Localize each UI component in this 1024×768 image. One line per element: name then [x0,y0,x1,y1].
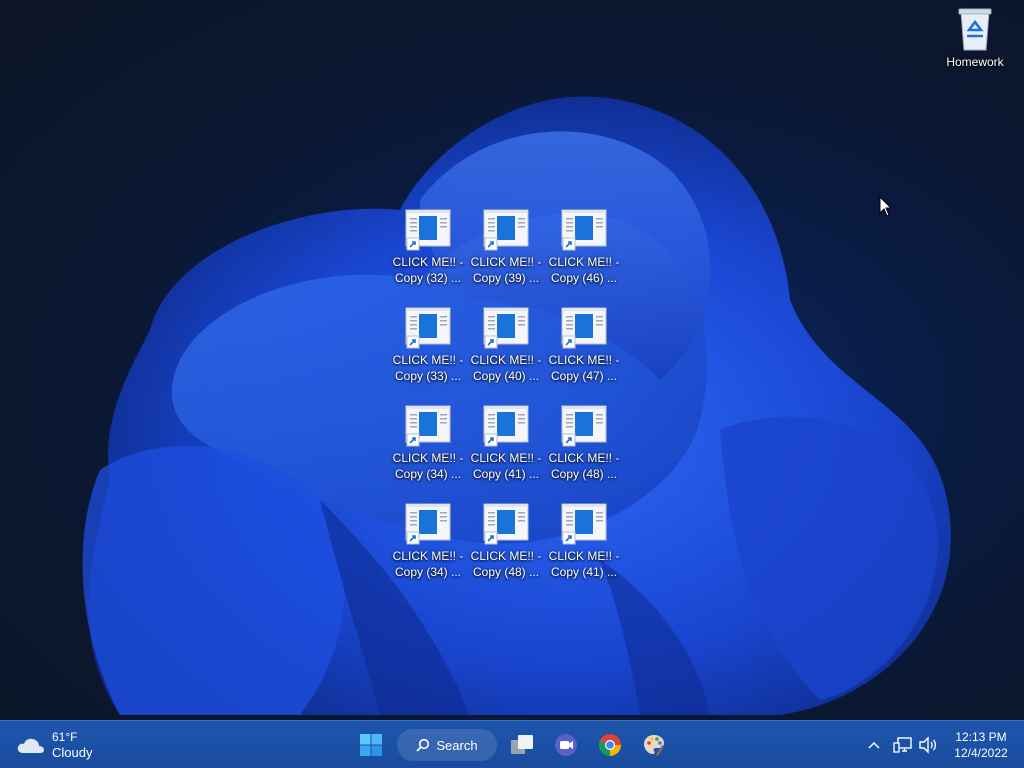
desktop[interactable]: Homework CLICK ME!! - Copy (32) ... CLIC… [0,0,1024,720]
search-icon [416,738,430,752]
desktop-shortcut[interactable]: CLICK ME!! - Copy (32) ... [391,208,465,286]
desktop-shortcut[interactable]: CLICK ME!! - Copy (48) ... [469,502,543,580]
mouse-cursor-icon [879,196,893,217]
clock-date: 12/4/2022 [954,746,1008,760]
network-icon[interactable] [893,735,913,755]
shortcut-label: CLICK ME!! - Copy (48) ... [548,451,620,481]
meet-button[interactable] [550,729,582,761]
desktop-shortcut[interactable]: CLICK ME!! - Copy (33) ... [391,306,465,384]
shortcut-file-icon [483,209,529,251]
shortcut-label: CLICK ME!! - Copy (40) ... [470,353,542,383]
shortcut-label: CLICK ME!! - Copy (48) ... [470,549,542,579]
shortcut-file-icon [483,405,529,447]
meet-icon [555,734,577,756]
shortcut-file-icon [561,405,607,447]
recycle-bin-label: Homework [946,55,1004,69]
shortcut-file-icon [561,503,607,545]
desktop-shortcut[interactable]: CLICK ME!! - Copy (41) ... [547,502,621,580]
weather-condition: Cloudy [52,745,93,760]
desktop-shortcut[interactable]: CLICK ME!! - Copy (39) ... [469,208,543,286]
weather-temperature: 61°F [52,730,78,744]
desktop-shortcut[interactable]: CLICK ME!! - Copy (40) ... [469,306,543,384]
shortcut-label: CLICK ME!! - Copy (34) ... [392,549,464,579]
task-view-button[interactable] [506,729,538,761]
shortcut-label: CLICK ME!! - Copy (33) ... [392,353,464,383]
clock-time: 12:13 PM [955,730,1007,744]
weather-widget[interactable]: 61°F Cloudy [16,728,92,762]
system-clock[interactable]: 12:13 PM 12/4/2022 [944,729,1018,761]
shortcut-file-icon [405,503,451,545]
shortcut-file-icon [561,209,607,251]
start-button[interactable] [354,729,388,761]
shortcut-file-icon [483,503,529,545]
shortcut-label: CLICK ME!! - Copy (46) ... [548,255,620,285]
desktop-shortcut[interactable]: CLICK ME!! - Copy (34) ... [391,404,465,482]
desktop-shortcut[interactable]: CLICK ME!! - Copy (48) ... [547,404,621,482]
shortcut-label: CLICK ME!! - Copy (47) ... [548,353,620,383]
recycle-bin-homework[interactable]: Homework [937,6,1013,70]
desktop-shortcut[interactable]: CLICK ME!! - Copy (34) ... [391,502,465,580]
shortcut-label: CLICK ME!! - Copy (41) ... [548,549,620,579]
paint-icon [644,735,664,756]
paint-button[interactable] [638,729,670,761]
shortcut-label: CLICK ME!! - Copy (39) ... [470,255,542,285]
shortcut-file-icon [405,209,451,251]
search-button[interactable]: Search [397,729,497,761]
shortcut-file-icon [561,307,607,349]
shortcut-label: CLICK ME!! - Copy (32) ... [392,255,464,285]
shortcut-label: CLICK ME!! - Copy (34) ... [392,451,464,481]
chevron-up-icon[interactable] [866,737,882,753]
recycle-bin-icon [958,8,992,51]
volume-icon[interactable] [918,735,938,755]
desktop-shortcut[interactable]: CLICK ME!! - Copy (46) ... [547,208,621,286]
shortcut-file-icon [405,307,451,349]
desktop-shortcut[interactable]: CLICK ME!! - Copy (41) ... [469,404,543,482]
shortcut-label: CLICK ME!! - Copy (41) ... [470,451,542,481]
task-view-icon [511,735,533,754]
chrome-icon [599,734,621,756]
search-label: Search [436,737,478,753]
desktop-shortcut[interactable]: CLICK ME!! - Copy (47) ... [547,306,621,384]
chrome-button[interactable] [594,729,626,761]
shortcut-file-icon [405,405,451,447]
start-icon [360,734,382,756]
cloud-icon [17,738,44,753]
taskbar: 61°F Cloudy Search 12:13 PM 12/4/2022 [0,720,1024,768]
shortcut-file-icon [483,307,529,349]
